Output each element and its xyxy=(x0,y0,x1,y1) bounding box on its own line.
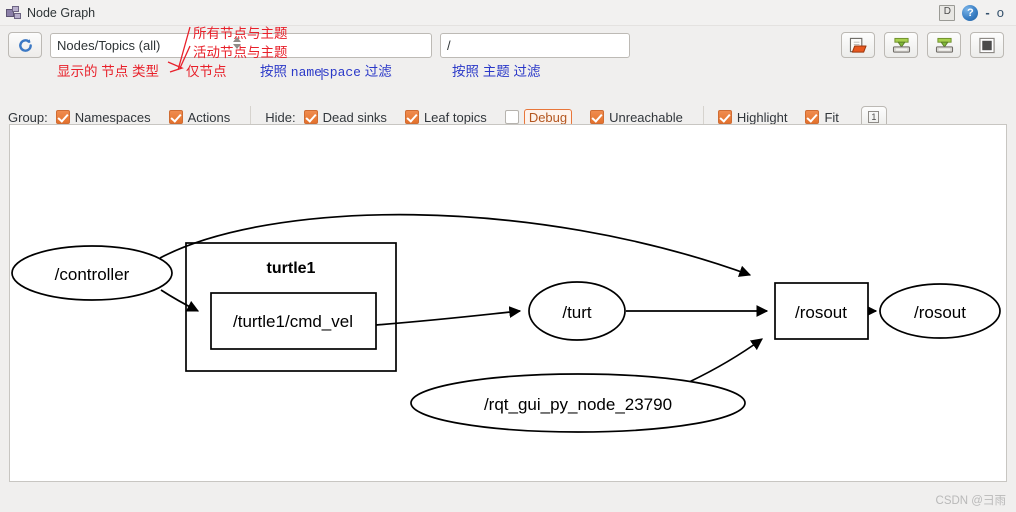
checkbox-dead-sinks[interactable]: Dead sinks xyxy=(303,109,387,125)
checkbox-namespaces-box[interactable] xyxy=(55,110,70,124)
toolbar-row-primary: Nodes/Topics (all) / xyxy=(8,31,1008,59)
node-label-rosout-node: /rosout xyxy=(795,303,847,322)
node-cmd-vel[interactable]: /turtle1/cmd_vel xyxy=(210,292,377,350)
node-label-turt: /turt xyxy=(562,303,592,322)
refresh-icon xyxy=(18,38,33,53)
node-label-cmd-vel: /turtle1/cmd_vel xyxy=(233,312,353,331)
node-turt[interactable]: /turt xyxy=(528,281,626,341)
title-bar: Node Graph D ? - o xyxy=(0,0,1016,26)
cluster-label-turtle1: turtle1 xyxy=(267,260,316,277)
node-graph-window: Node Graph D ? - o Nodes/Topics (all) / … xyxy=(0,0,1016,512)
save-dot-button[interactable] xyxy=(884,32,918,58)
node-rqt-gui[interactable]: /rqt_gui_py_node_23790 xyxy=(410,373,746,433)
checkbox-actions-box[interactable] xyxy=(168,110,183,124)
ros-node-graph: turtle1 /turtle1/cmd_vel /controller /tu… xyxy=(11,213,1001,433)
window-title: Node Graph xyxy=(27,5,96,20)
edge-controller-to-cmdvel xyxy=(160,289,200,312)
node-controller[interactable]: /controller xyxy=(11,245,173,301)
square-stop-icon xyxy=(979,37,995,53)
topic-filter-input[interactable]: / xyxy=(440,32,630,58)
refresh-button[interactable] xyxy=(8,32,42,58)
checkbox-actions-label: Actions xyxy=(187,109,231,125)
checkbox-debug-label: Debug xyxy=(523,108,573,126)
toolbar: Nodes/Topics (all) / Group: Namespaces A… xyxy=(0,26,1016,128)
checkbox-leaf-topics[interactable]: Leaf topics xyxy=(404,109,487,125)
close-button[interactable]: o xyxy=(997,6,1004,19)
checkbox-fit[interactable]: Fit xyxy=(805,109,839,125)
checkbox-unreachable-label: Unreachable xyxy=(609,109,683,125)
graph-type-combo[interactable]: Nodes/Topics (all) xyxy=(50,32,432,58)
node-label-rosout-topic: /rosout xyxy=(914,303,966,322)
help-icon[interactable]: ? xyxy=(962,4,979,21)
save-image-button[interactable] xyxy=(927,32,961,58)
checkbox-dead-sinks-box[interactable] xyxy=(303,110,318,124)
edge-cmdvel-to-turt xyxy=(375,306,522,326)
watermark: CSDN @彐雨 xyxy=(935,495,1006,507)
graph-canvas[interactable]: turtle1 /turtle1/cmd_vel /controller /tu… xyxy=(9,124,1007,482)
count-button-label: 1 xyxy=(868,111,880,123)
checkbox-unreachable[interactable]: Unreachable xyxy=(590,110,683,125)
minimize-button[interactable]: - xyxy=(985,6,989,19)
folder-open-icon xyxy=(849,37,867,53)
hide-label: Hide: xyxy=(265,109,296,125)
checkbox-namespaces-label: Namespaces xyxy=(74,109,151,125)
node-label-rqt-gui: /rqt_gui_py_node_23790 xyxy=(484,395,672,414)
chevron-updown-icon xyxy=(231,36,242,49)
toolbar-right-buttons xyxy=(841,32,1008,58)
node-rosout-node[interactable]: /rosout xyxy=(774,282,869,340)
checkbox-fit-label: Fit xyxy=(824,109,839,125)
checkbox-debug-box[interactable] xyxy=(504,110,519,124)
save-down-icon xyxy=(935,37,953,53)
checkbox-namespaces[interactable]: Namespaces xyxy=(55,109,151,125)
checkbox-dead-sinks-label: Dead sinks xyxy=(322,109,387,125)
node-rosout-topic[interactable]: /rosout xyxy=(879,283,1001,339)
fit-view-button[interactable] xyxy=(970,32,1004,58)
topic-filter-value: / xyxy=(447,37,451,53)
checkbox-unreachable-box[interactable] xyxy=(590,110,605,124)
graph-type-value: Nodes/Topics (all) xyxy=(57,37,161,53)
checkbox-debug[interactable]: Debug xyxy=(504,108,573,126)
open-file-button[interactable] xyxy=(841,32,875,58)
checkbox-highlight-box[interactable] xyxy=(717,110,732,124)
node-label-controller: /controller xyxy=(55,265,130,284)
checkbox-actions[interactable]: Actions xyxy=(168,109,231,125)
checkbox-leaf-topics-label: Leaf topics xyxy=(423,109,487,125)
group-label: Group: xyxy=(8,109,48,125)
checkbox-highlight[interactable]: Highlight xyxy=(717,109,788,125)
checkbox-highlight-label: Highlight xyxy=(736,109,788,125)
node-graph-icon xyxy=(6,5,22,21)
edge-controller-to-rosout xyxy=(159,213,752,277)
detach-button[interactable]: D xyxy=(939,4,956,21)
window-controls: D ? - o xyxy=(939,4,1010,21)
checkbox-fit-box[interactable] xyxy=(805,110,820,124)
save-down-icon xyxy=(892,37,910,53)
checkbox-leaf-topics-box[interactable] xyxy=(404,110,419,124)
